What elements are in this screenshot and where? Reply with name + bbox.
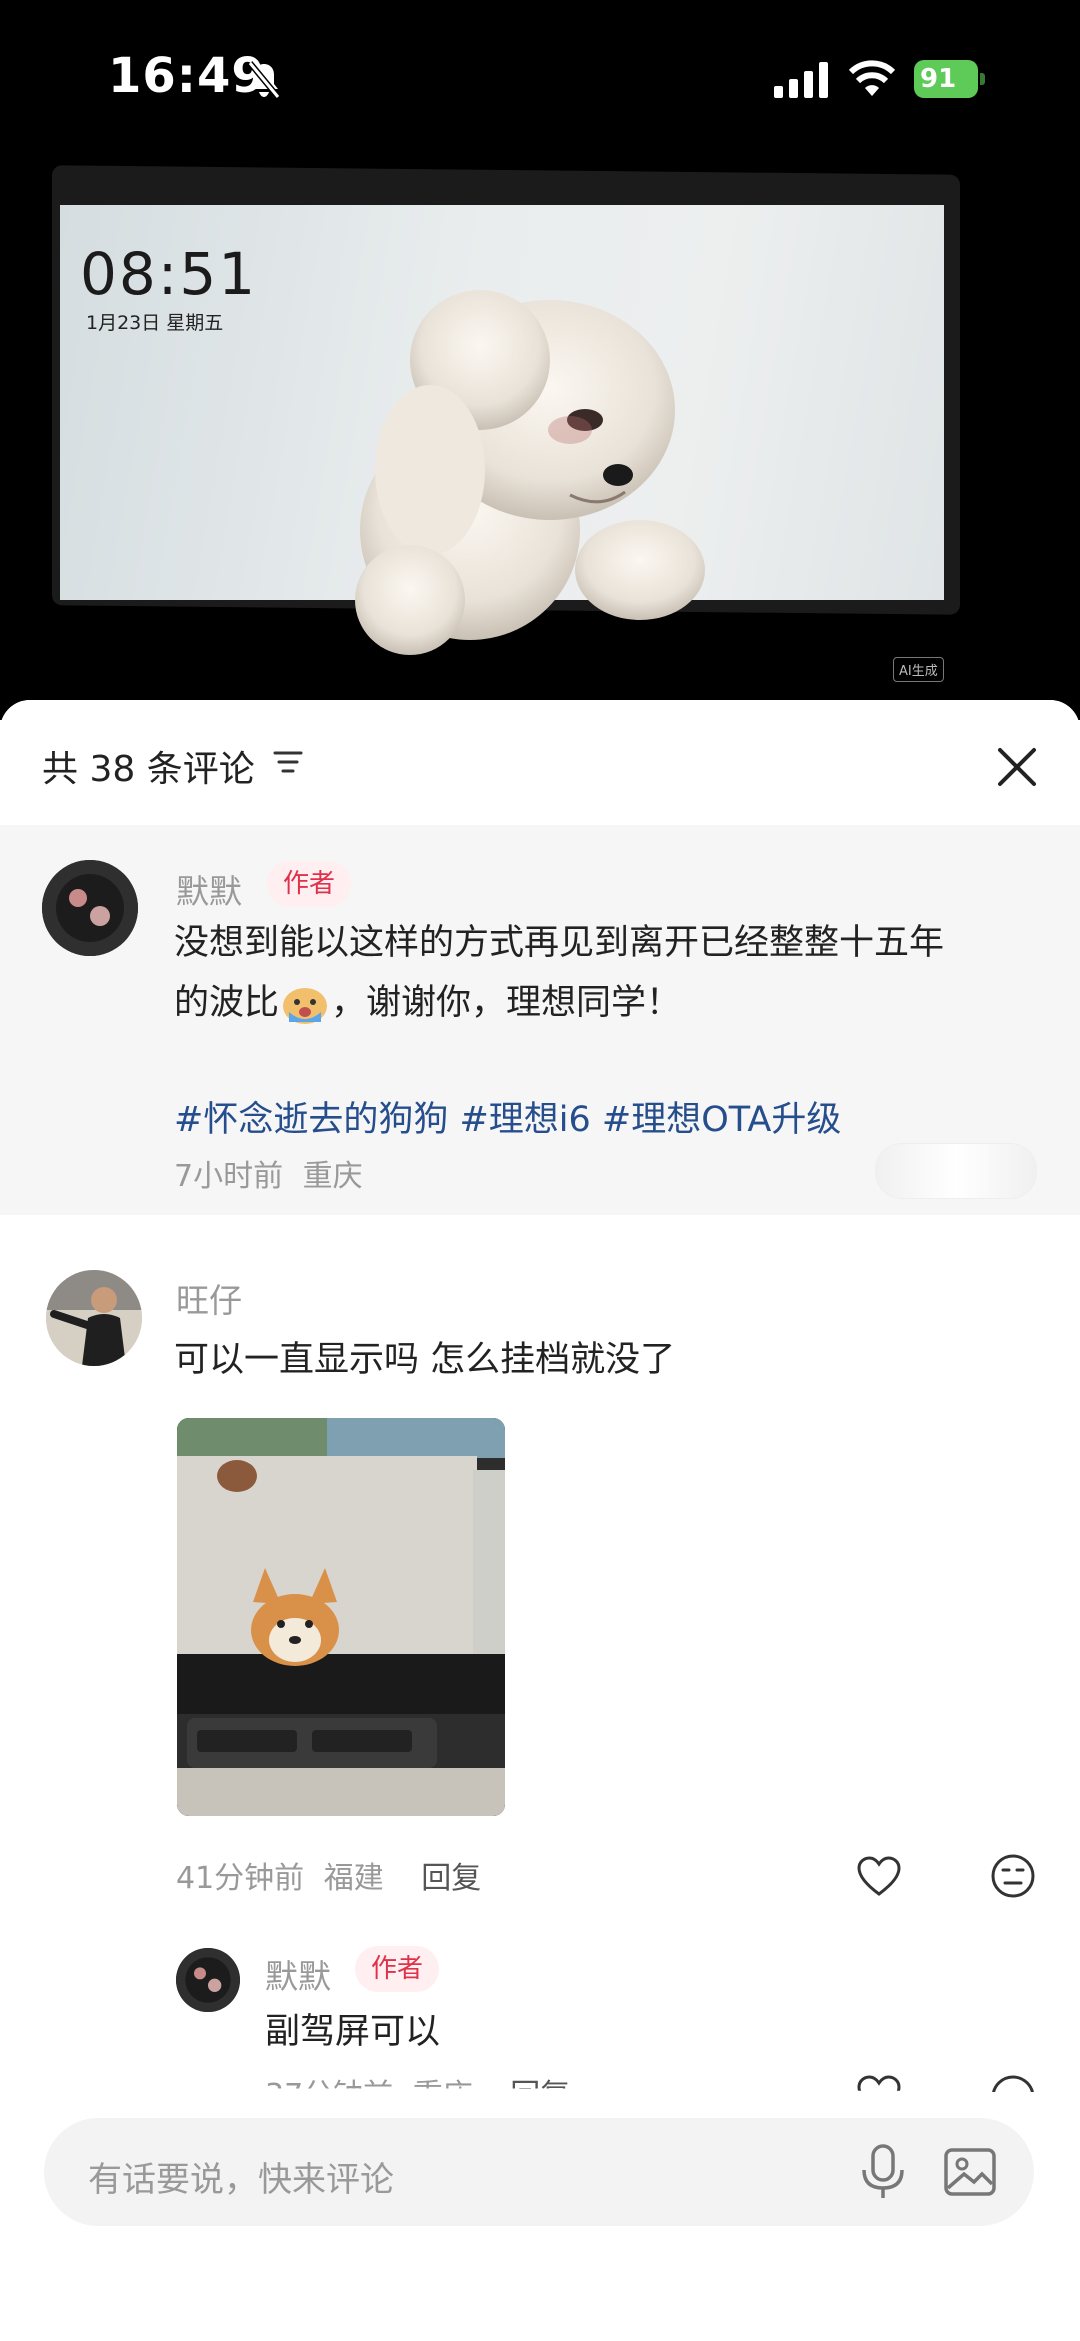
avatar-image xyxy=(42,860,138,956)
comment-input-placeholder[interactable]: 有话要说，快来评论 xyxy=(88,2152,394,2201)
reply-button[interactable]: 回复 xyxy=(421,1861,481,1896)
blurred-action-pill[interactable] xyxy=(875,1143,1037,1199)
comment-username[interactable]: 旺仔 xyxy=(176,1274,242,1322)
corgi-car-screen-photo xyxy=(177,1418,505,1816)
battery-charging-icon: 91 xyxy=(914,60,985,98)
comment-time: 7小时前 xyxy=(174,1159,284,1194)
emoji-reaction-icon[interactable] xyxy=(990,1853,1036,1899)
comment-text: 没想到能以这样的方式再见到离开已经整整十五年 的波比 ，谢谢你，理想同学！ xyxy=(174,913,1054,1033)
comment-text-line1: 没想到能以这样的方式再见到离开已经整整十五年 xyxy=(174,923,945,963)
wifi-icon xyxy=(848,60,896,96)
reply-username[interactable]: 默默 xyxy=(265,1950,331,1998)
status-time: 16:49 xyxy=(108,48,266,104)
battery-tip xyxy=(980,73,985,85)
pinned-author-comment[interactable]: 默默 作者 没想到能以这样的方式再见到离开已经整整十五年 的波比 ，谢谢你，理想… xyxy=(0,825,1080,1215)
comment-text-line2-end: ，谢谢你，理想同学！ xyxy=(331,983,682,1023)
heart-icon[interactable] xyxy=(856,1855,902,1897)
avatar[interactable] xyxy=(46,1270,142,1366)
filter-sort-icon[interactable] xyxy=(272,746,304,778)
author-tag: 作者 xyxy=(355,1946,440,1992)
bell-slash-icon xyxy=(247,61,281,99)
avatar[interactable] xyxy=(42,860,138,956)
comment-input-bar: 有话要说，快来评论 xyxy=(0,2092,1080,2341)
comment-text: 可以一直显示吗 怎么挂档就没了 xyxy=(174,1340,676,1380)
close-icon[interactable] xyxy=(990,740,1044,794)
battery-level: 91 xyxy=(914,60,978,98)
comment-time: 41分钟前 xyxy=(176,1861,305,1896)
ai-generated-badge: AI生成 xyxy=(893,657,944,682)
comment-meta: 7小时前 重庆 xyxy=(174,1151,363,1195)
author-tag: 作者 xyxy=(267,861,352,907)
comment-attached-image[interactable] xyxy=(177,1418,505,1816)
car-screen-date: 1月23日 星期五 xyxy=(86,312,224,334)
avatar-image xyxy=(46,1270,142,1366)
car-screen-time: 08:51 xyxy=(80,240,258,308)
avatar[interactable] xyxy=(176,1948,240,2012)
comment-sheet-header: 共 38 条评论 xyxy=(0,700,1080,825)
signal-icon xyxy=(774,62,828,98)
hashtag-links[interactable]: #怀念逝去的狗狗 #理想i6 #理想OTA升级 xyxy=(174,1091,841,1142)
status-bar: 16:49 91 xyxy=(0,0,1080,150)
avatar-image xyxy=(176,1948,240,2012)
white-dog-illustration xyxy=(355,290,705,655)
reply-text: 副驾屏可以 xyxy=(265,2012,441,2052)
image-icon[interactable] xyxy=(942,2144,998,2200)
comment-text-line2-start: 的波比 xyxy=(174,983,280,1023)
comment-location: 重庆 xyxy=(302,1159,363,1194)
comment-text-line2: 的波比 ，谢谢你，理想同学！ xyxy=(174,973,1054,1033)
post-photo[interactable]: 16:49 91 08:51 1月23日 星期五 AI生成 xyxy=(0,0,1080,720)
comment-input[interactable]: 有话要说，快来评论 xyxy=(44,2118,1034,2226)
microphone-icon[interactable] xyxy=(854,2142,912,2202)
crying-emoji-icon xyxy=(283,988,328,1024)
comment-location: 福建 xyxy=(323,1861,384,1896)
comment-meta: 41分钟前 福建 回复 xyxy=(176,1853,481,1897)
comment-count: 共 38 条评论 xyxy=(42,749,255,790)
comment-username[interactable]: 默默 xyxy=(176,865,242,913)
